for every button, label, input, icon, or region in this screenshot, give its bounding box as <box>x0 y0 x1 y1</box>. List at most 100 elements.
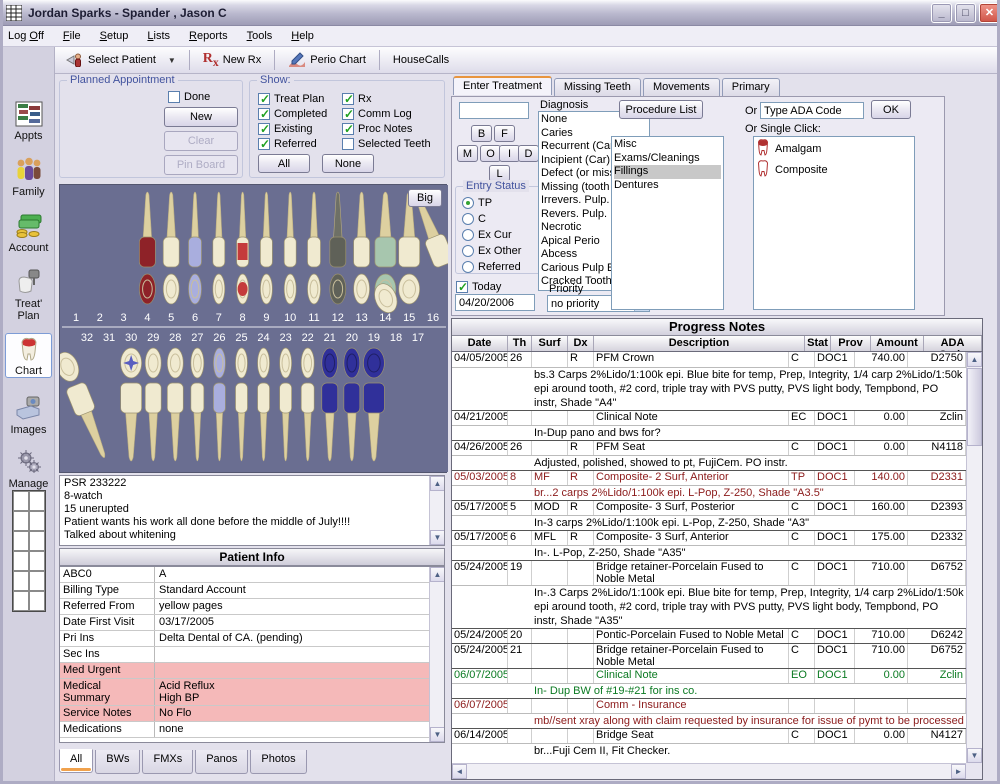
show-checkbox-completed[interactable]: Completed <box>258 106 327 121</box>
tooth-number-input[interactable] <box>459 102 529 119</box>
column-header-dx[interactable]: Dx <box>568 336 594 351</box>
surface-button-M[interactable]: M <box>457 145 478 162</box>
surface-button-D[interactable]: D <box>518 145 539 162</box>
checkbox-box[interactable] <box>342 138 354 150</box>
scroll-down-icon[interactable]: ▼ <box>967 748 982 763</box>
tooth-chart-graphic[interactable]: 1234567891011121314151632313029282726252… <box>60 185 448 472</box>
entry-status-radio-c[interactable]: C <box>462 211 521 226</box>
tab-movements[interactable]: Movements <box>643 78 720 97</box>
single-click-item-amalgam[interactable]: Amalgam <box>756 138 912 159</box>
menu-item-file[interactable]: File <box>63 30 81 42</box>
big-chart-button[interactable]: Big <box>408 189 442 207</box>
sidebar-item-account[interactable]: Account <box>5 213 52 254</box>
column-header-amount[interactable]: Amount <box>871 336 924 351</box>
column-header-date[interactable]: Date <box>452 336 508 351</box>
procedure-note[interactable]: In-.3 Carps 2%Lido/1:100k epi. Blue bite… <box>452 585 966 628</box>
menu-item-tools[interactable]: Tools <box>247 30 273 42</box>
tooth-8[interactable] <box>237 274 249 304</box>
progress-notes-hscrollbar[interactable]: ◄ ► <box>452 763 966 779</box>
tooth-26[interactable] <box>213 348 225 378</box>
procedure-list-button[interactable]: Procedure List <box>619 100 703 119</box>
column-header-description[interactable]: Description <box>594 336 805 351</box>
checkbox-box[interactable] <box>258 93 270 105</box>
new-rx-button[interactable]: Rx New Rx <box>196 49 268 71</box>
procedure-date-input[interactable] <box>455 294 535 311</box>
tooth-27[interactable] <box>191 348 204 378</box>
tooth-chart[interactable]: 1234567891011121314151632313029282726252… <box>59 184 447 473</box>
category-item[interactable]: Misc <box>614 138 721 152</box>
tooth-24[interactable] <box>258 348 270 378</box>
show-checkbox-comm-log[interactable]: Comm Log <box>342 106 431 121</box>
pin-board-button[interactable]: Pin Board <box>164 155 238 175</box>
today-checkbox[interactable]: Today <box>456 279 501 294</box>
column-header-prov[interactable]: Prov <box>831 336 871 351</box>
tooth-10[interactable] <box>284 274 296 304</box>
progress-notes-header[interactable]: DateThSurfDxDescriptionStatProvAmountADA… <box>452 336 982 352</box>
image-tab-fmxs[interactable]: FMXs <box>142 750 193 774</box>
sidebar-item-manage[interactable]: Manage <box>5 449 52 490</box>
radio-circle[interactable] <box>462 245 474 257</box>
tooth-25[interactable] <box>235 348 247 378</box>
progress-note-row[interactable]: 04/26/200526RPFM SeatCDOC10.00N4118 <box>452 440 966 455</box>
clear-appointment-button[interactable]: Clear <box>164 131 238 151</box>
tooth-11[interactable] <box>308 274 321 304</box>
ada-code-input[interactable] <box>760 102 864 119</box>
checkbox-box[interactable] <box>258 108 270 120</box>
tooth-6[interactable] <box>189 274 202 304</box>
show-none-button[interactable]: None <box>322 154 374 173</box>
surface-button-O[interactable]: O <box>480 145 501 162</box>
checkbox-box[interactable] <box>258 138 270 150</box>
tooth-30[interactable] <box>121 348 142 378</box>
tab-enter-treatment[interactable]: Enter Treatment <box>453 76 552 95</box>
scroll-up-icon[interactable]: ▲ <box>430 567 445 582</box>
tooth-9[interactable] <box>260 274 272 304</box>
surface-button-I[interactable]: I <box>499 145 520 162</box>
tooth-12[interactable] <box>330 274 346 304</box>
scroll-down-icon[interactable]: ▼ <box>430 727 445 742</box>
sidebar-item-chart[interactable]: Chart <box>5 333 52 378</box>
image-tab-bws[interactable]: BWs <box>95 750 140 774</box>
progress-note-row[interactable]: 05/24/200519Bridge retainer-Porcelain Fu… <box>452 560 966 585</box>
single-click-listbox[interactable]: AmalgamComposite <box>753 136 915 310</box>
ok-button[interactable]: OK <box>871 100 911 119</box>
housecalls-button[interactable]: HouseCalls <box>386 49 456 71</box>
tooth-22[interactable] <box>301 348 314 378</box>
menu-item-log-off[interactable]: Log Off <box>8 30 44 42</box>
menu-item-lists[interactable]: Lists <box>147 30 170 42</box>
checkbox-box[interactable] <box>342 123 354 135</box>
entry-status-radio-referred[interactable]: Referred <box>462 259 521 274</box>
category-item[interactable]: Dentures <box>614 179 721 193</box>
entry-status-radio-ex-other[interactable]: Ex Other <box>462 243 521 258</box>
procedure-note[interactable]: br...2 carps 2%Lido/1:100k epi. L-Pop, Z… <box>452 485 966 500</box>
tooth-7[interactable] <box>213 274 225 304</box>
column-header-stat[interactable]: Stat <box>805 336 831 351</box>
single-click-item-composite[interactable]: Composite <box>756 159 912 180</box>
show-checkbox-selected-teeth[interactable]: Selected Teeth <box>342 136 431 151</box>
image-tab-all[interactable]: All <box>59 749 93 773</box>
radio-circle[interactable] <box>462 261 474 273</box>
scroll-up-icon[interactable]: ▲ <box>967 352 982 367</box>
procedure-note[interactable]: In-. L-Pop, Z-250, Shade "A35" <box>452 545 966 560</box>
progress-note-row[interactable]: 04/21/2005Clinical NoteECDOC10.00Zclin <box>452 410 966 425</box>
new-appointment-button[interactable]: New <box>164 107 238 127</box>
select-patient-button[interactable]: Select Patient ▼ <box>59 49 183 71</box>
progress-notes-vscrollbar[interactable]: ▲ ▼ <box>966 352 982 763</box>
procedure-note[interactable]: In-Dup pano and bws for? <box>452 425 966 440</box>
menu-item-help[interactable]: Help <box>291 30 314 42</box>
show-all-button[interactable]: All <box>258 154 310 173</box>
surface-button-F[interactable]: F <box>494 125 515 142</box>
category-item[interactable]: Fillings <box>614 165 721 179</box>
radio-circle[interactable] <box>462 197 474 209</box>
scroll-up-icon[interactable]: ▲ <box>430 476 445 491</box>
procedure-category-listbox[interactable]: MiscExams/CleaningsFillingsDentures <box>611 136 724 310</box>
procedure-note[interactable]: Adjusted, polished, showed to pt, FujiCe… <box>452 455 966 470</box>
surface-button-B[interactable]: B <box>471 125 492 142</box>
tooth-4[interactable] <box>139 274 155 304</box>
image-tab-panos[interactable]: Panos <box>195 750 248 774</box>
procedure-note[interactable]: br...Fuji Cem II, Fit Checker. <box>452 743 966 758</box>
checkbox-box[interactable] <box>258 123 270 135</box>
sidebar-item-appts[interactable]: Appts <box>5 101 52 142</box>
tooth-21[interactable] <box>322 348 338 378</box>
progress-note-row[interactable]: 06/07/2005Clinical NoteEODOC10.00Zclin <box>452 668 966 683</box>
tooth-15[interactable] <box>399 274 420 304</box>
